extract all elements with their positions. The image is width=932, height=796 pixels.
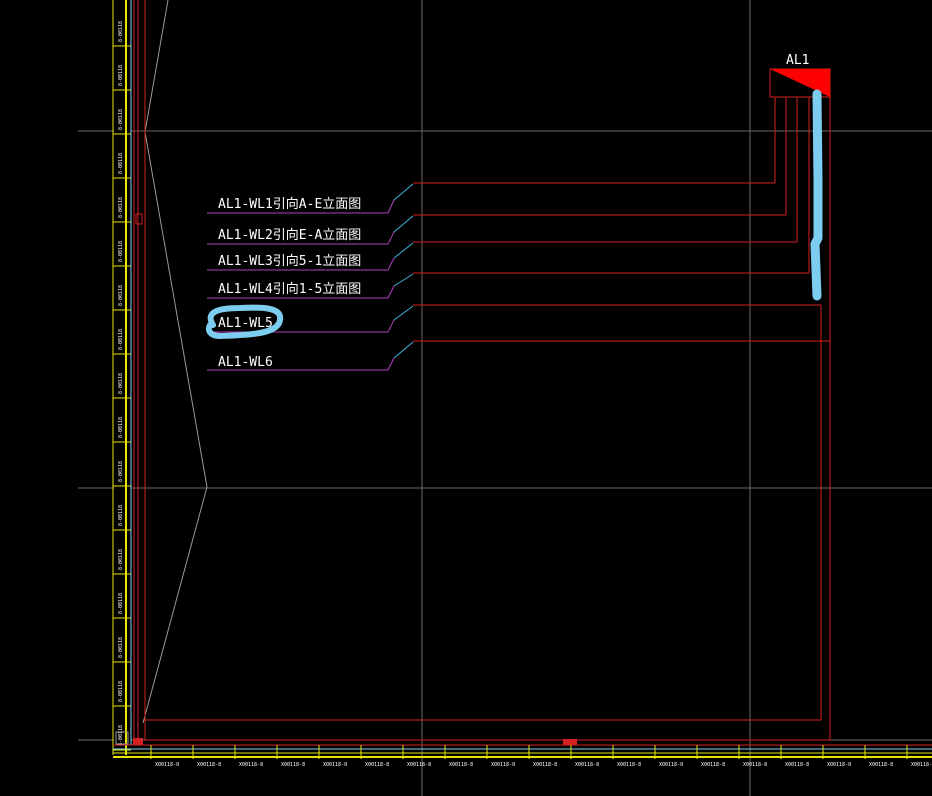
left-ruler-label: 8-00118 [118,549,124,570]
left-ruler-label: 8-00118 [118,681,124,702]
circuit-label: AL1-WL4引向1-5立面图 [218,281,361,297]
bottom-frame [113,739,932,758]
bottom-ruler-label: X00118-8 [155,762,179,768]
left-ruler-label: 8-00118 [118,153,124,174]
circuit-label: AL1-WL2引向E-A立面图 [218,227,361,243]
inner-boundary [145,97,831,741]
left-ruler-label: 8-00118 [118,109,124,130]
bottom-ruler-label: X00118-8 [323,762,347,768]
left-ruler-label: 8-00118 [118,21,124,42]
left-ruler-label: 8-00118 [118,65,124,86]
bottom-ruler-label: X00118-8 [239,762,263,768]
circuit-label: AL1-WL1引向A-E立面图 [218,196,361,212]
construction-lines [142,0,208,724]
bottom-ruler-label: X00118-8 [533,762,557,768]
panel-feeders [774,97,810,273]
switch-symbol [393,273,414,287]
bottom-ruler-label: X00118-8 [575,762,599,768]
left-ruler-label: 8-00118 [118,637,124,658]
left-ruler-label: 8-00118 [118,725,124,746]
left-ruler-label: 8-00118 [118,505,124,526]
circuit-label: AL1-WL5 [218,316,273,331]
left-ruler-label: 8-00118 [118,197,124,218]
circuit-wl6[interactable]: AL1-WL6 [207,340,830,371]
panel-label: AL1 [786,53,809,68]
circuit-wl4[interactable]: AL1-WL4引向1-5立面图 [207,272,809,299]
switch-symbol [393,341,414,359]
circuit-wl5[interactable]: AL1-WL5 [207,304,821,333]
left-ruler-label: 8-00118 [118,593,124,614]
left-ruler-label: 8-00118 [118,417,124,438]
bottom-ruler-label: X00118-8 [365,762,389,768]
circuit-label: AL1-WL3引向5-1立面图 [218,253,361,269]
bottom-ruler-label: X00118-8 [785,762,809,768]
bottom-ruler-label: X00118-8 [743,762,767,768]
highlight-stroke-feeder [810,89,823,301]
switch-symbol [393,305,414,321]
bottom-ruler-label: X00118-8 [281,762,305,768]
left-ruler-label: 8-00118 [118,461,124,482]
bottom-ruler-label: X00118-8 [911,762,932,768]
grid-lines [78,0,932,796]
bottom-ruler-label: X00118-8 [491,762,515,768]
circuit-label: AL1-WL6 [218,355,273,370]
circuit-wl3[interactable]: AL1-WL3引向5-1立面图 [207,241,797,271]
bottom-ruler-label: X00118-8 [617,762,641,768]
left-ruler-label: 8-00118 [118,285,124,306]
left-ruler-label: 8-00118 [118,241,124,262]
bottom-ruler-label: X00118-8 [827,762,851,768]
bottom-ruler-label: X00118-8 [869,762,893,768]
bottom-ruler-label: X00118-8 [197,762,221,768]
left-ruler-label: 8-00118 [118,329,124,350]
circuit-wl2[interactable]: AL1-WL2引向E-A立面图 [207,214,786,245]
switch-symbol [393,242,414,259]
switch-symbol [393,183,414,201]
bottom-ruler-label: X00118-8 [659,762,683,768]
bottom-ruler-label: X00118-8 [407,762,431,768]
switch-symbol [393,215,414,233]
cad-drawing-canvas[interactable]: 8-00118 8-00118 8-00118 8-00118 8-00118 8-001… [0,0,932,796]
left-ruler-label: 8-00118 [118,373,124,394]
bottom-ruler-label: X00118-8 [449,762,473,768]
bottom-ruler-label: X00118-8 [701,762,725,768]
left-frame-marker [135,213,143,225]
distribution-panel-al1[interactable]: AL1 [769,53,831,98]
circuit-wl1[interactable]: AL1-WL1引向A-E立面图 [207,182,775,214]
